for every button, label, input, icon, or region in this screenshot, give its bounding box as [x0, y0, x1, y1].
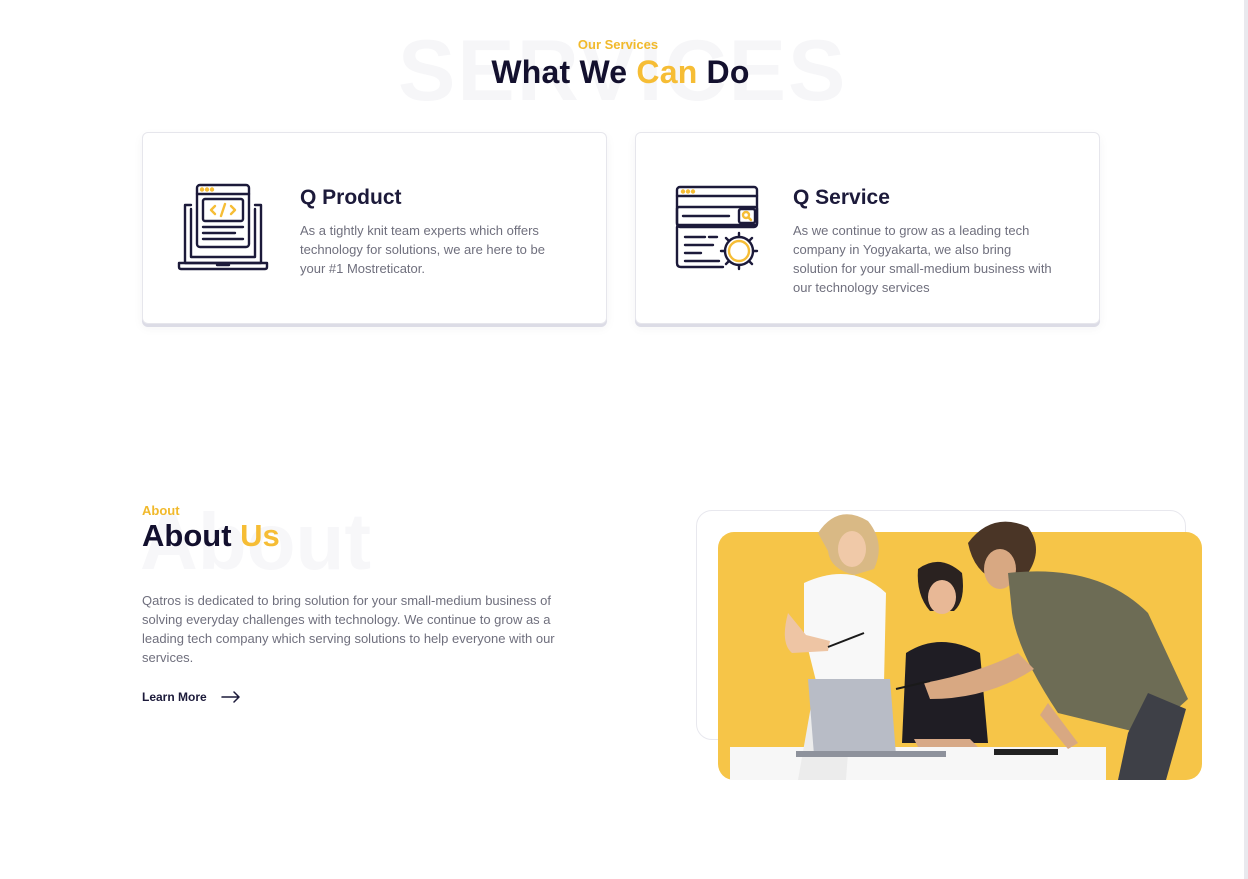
about-title: About Us — [142, 518, 280, 554]
service-card-text: As a tightly knit team experts which off… — [300, 223, 545, 276]
service-card-title: Q Product — [300, 186, 402, 209]
service-card-product[interactable]: Q Product As a tightly knit team experts… — [142, 132, 607, 324]
service-card-service[interactable]: Q Service As we continue to grow as a le… — [635, 132, 1100, 324]
service-card-title: Q Service — [793, 186, 890, 209]
code-laptop-icon — [177, 183, 269, 271]
about-title-accent: Us — [240, 518, 280, 553]
service-card-text: As we continue to grow as a leading tech… — [793, 223, 1052, 295]
services-title-accent: Can — [636, 54, 698, 90]
learn-more-link[interactable]: Learn More — [142, 688, 241, 706]
about-description: Qatros is dedicated to bring solution fo… — [142, 593, 555, 665]
learn-more-label: Learn More — [142, 690, 207, 704]
services-eyebrow: Our Services — [577, 37, 659, 52]
about-eyebrow: About — [142, 503, 180, 518]
about-title-part1: About — [142, 518, 241, 553]
scrollbar-track[interactable] — [1244, 0, 1248, 879]
services-title: What We Can Do — [0, 54, 1241, 91]
browser-gear-icon — [675, 185, 759, 271]
arrow-right-icon — [220, 691, 240, 703]
team-photo — [718, 514, 1202, 780]
services-title-part1: What We — [491, 54, 637, 90]
services-title-part2: Do — [697, 54, 750, 90]
